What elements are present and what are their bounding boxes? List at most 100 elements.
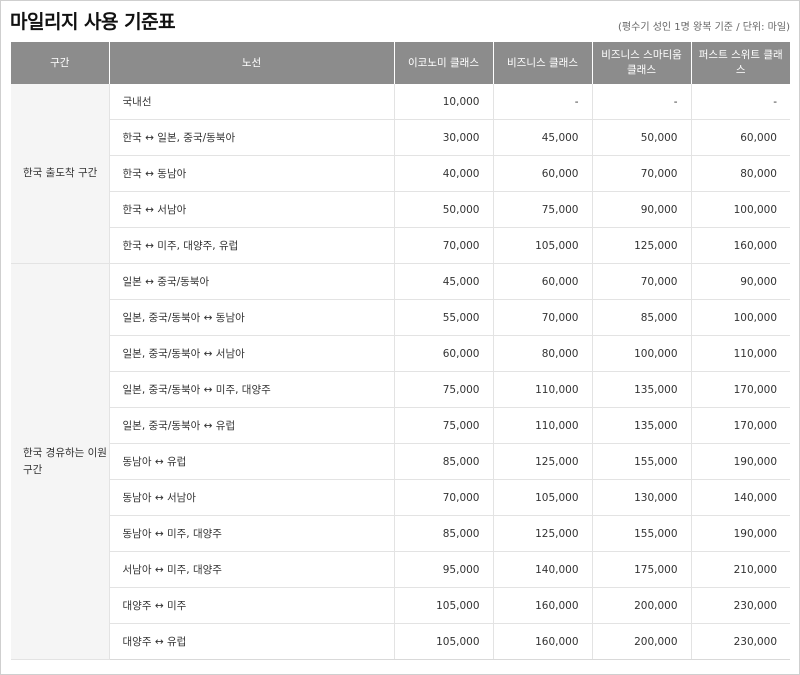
smartium-mileage-cell: 130,000 (592, 479, 692, 516)
smartium-mileage-cell: - (592, 84, 692, 120)
economy-mileage-cell: 75,000 (394, 371, 494, 408)
economy-mileage-cell: 105,000 (394, 623, 494, 660)
first-mileage-cell: 110,000 (691, 335, 790, 372)
economy-mileage-cell: 10,000 (394, 84, 494, 120)
table-row: 서남아 ↔ 미주, 대양주 95,000 140,000 175,000 210,000 (11, 551, 790, 588)
first-mileage-cell: 160,000 (691, 227, 790, 264)
table-row: 일본, 중국/동북아 ↔ 유럽 75,000 110,000 135,000 170,0… (11, 407, 790, 444)
economy-mileage-cell: 55,000 (394, 299, 494, 336)
economy-mileage-cell: 85,000 (394, 443, 494, 480)
smartium-mileage-cell: 70,000 (592, 263, 692, 300)
business-mileage-cell: 160,000 (493, 587, 593, 624)
first-mileage-cell: 100,000 (691, 299, 790, 336)
section-label: 한국 출도착 구간 (11, 84, 110, 264)
business-mileage-cell: - (493, 84, 593, 120)
smartium-mileage-cell: 200,000 (592, 587, 692, 624)
mileage-table: 구간 노선 이코노미 클래스 비즈니스 클래스 비즈니스 스마티움 클래스 퍼스… (11, 42, 790, 660)
route-cell: 일본, 중국/동북아 ↔ 동남아 (109, 299, 395, 336)
table-row: 한국 ↔ 동남아 40,000 60,000 70,000 80,000 (11, 155, 790, 192)
economy-mileage-cell: 70,000 (394, 227, 494, 264)
route-cell: 일본, 중국/동북아 ↔ 유럽 (109, 407, 395, 444)
smartium-mileage-cell: 175,000 (592, 551, 692, 588)
business-mileage-cell: 110,000 (493, 371, 593, 408)
smartium-mileage-cell: 155,000 (592, 443, 692, 480)
first-mileage-cell: 60,000 (691, 119, 790, 156)
unit-note: (평수기 성인 1명 왕복 기준 / 단위: 마일) (618, 22, 790, 33)
business-mileage-cell: 140,000 (493, 551, 593, 588)
first-mileage-cell: 230,000 (691, 587, 790, 624)
smartium-mileage-cell: 50,000 (592, 119, 692, 156)
header-economy: 이코노미 클래스 (393, 42, 493, 84)
economy-mileage-cell: 95,000 (394, 551, 494, 588)
route-cell: 대양주 ↔ 미주 (109, 587, 395, 624)
economy-mileage-cell: 70,000 (394, 479, 494, 516)
mileage-table-panel: 마일리지 사용 기준표 (평수기 성인 1명 왕복 기준 / 단위: 마일) 구… (0, 0, 800, 675)
first-mileage-cell: 190,000 (691, 443, 790, 480)
route-cell: 일본 ↔ 중국/동북아 (109, 263, 395, 300)
economy-mileage-cell: 40,000 (394, 155, 494, 192)
table-row: 동남아 ↔ 서남아 70,000 105,000 130,000 140,000 (11, 479, 790, 516)
table-row: 한국 ↔ 미주, 대양주, 유럽 70,000 105,000 125,000 160,… (11, 227, 790, 264)
economy-mileage-cell: 30,000 (394, 119, 494, 156)
first-mileage-cell: 90,000 (691, 263, 790, 300)
smartium-mileage-cell: 135,000 (592, 371, 692, 408)
business-mileage-cell: 160,000 (493, 623, 593, 660)
header-business: 비즈니스 클래스 (492, 42, 592, 84)
economy-mileage-cell: 85,000 (394, 515, 494, 552)
table-row: 일본, 중국/동북아 ↔ 서남아 60,000 80,000 100,000 110,0… (11, 335, 790, 372)
table-row: 동남아 ↔ 미주, 대양주 85,000 125,000 155,000 190,000 (11, 515, 790, 552)
economy-mileage-cell: 105,000 (394, 587, 494, 624)
header-section: 구간 (11, 42, 109, 84)
business-mileage-cell: 45,000 (493, 119, 593, 156)
smartium-mileage-cell: 200,000 (592, 623, 692, 660)
route-cell: 한국 ↔ 미주, 대양주, 유럽 (109, 227, 395, 264)
smartium-mileage-cell: 85,000 (592, 299, 692, 336)
first-mileage-cell: 190,000 (691, 515, 790, 552)
first-mileage-cell: - (691, 84, 790, 120)
route-cell: 동남아 ↔ 유럽 (109, 443, 395, 480)
business-mileage-cell: 105,000 (493, 479, 593, 516)
route-cell: 일본, 중국/동북아 ↔ 서남아 (109, 335, 395, 372)
business-mileage-cell: 70,000 (493, 299, 593, 336)
smartium-mileage-cell: 100,000 (592, 335, 692, 372)
route-cell: 동남아 ↔ 서남아 (109, 479, 395, 516)
route-cell: 서남아 ↔ 미주, 대양주 (109, 551, 395, 588)
route-cell: 동남아 ↔ 미주, 대양주 (109, 515, 395, 552)
table-body: 한국 출도착 구간 국내선 10,000- - - 한국 ↔ 일본, 중국/동북아 30,0… (11, 84, 790, 660)
business-mileage-cell: 125,000 (493, 515, 593, 552)
table-row: 일본, 중국/동북아 ↔ 동남아 55,000 70,000 85,000 100,00… (11, 299, 790, 336)
table-row: 동남아 ↔ 유럽 85,000 125,000 155,000 190,000 (11, 443, 790, 480)
route-cell: 한국 ↔ 일본, 중국/동북아 (109, 119, 395, 156)
header-row: 구간 노선 이코노미 클래스 비즈니스 클래스 비즈니스 스마티움 클래스 퍼스… (11, 42, 790, 84)
business-mileage-cell: 80,000 (493, 335, 593, 372)
table-row: 한국 ↔ 일본, 중국/동북아 30,000 45,000 50,000 60,000 (11, 119, 790, 156)
economy-mileage-cell: 60,000 (394, 335, 494, 372)
first-mileage-cell: 140,000 (691, 479, 790, 516)
smartium-mileage-cell: 155,000 (592, 515, 692, 552)
first-mileage-cell: 80,000 (691, 155, 790, 192)
table-row: 한국 출도착 구간 국내선 10,000- - - (11, 84, 790, 264)
route-cell: 일본, 중국/동북아 ↔ 미주, 대양주 (109, 371, 395, 408)
table-header: 구간 노선 이코노미 클래스 비즈니스 클래스 비즈니스 스마티움 클래스 퍼스… (11, 42, 790, 84)
first-mileage-cell: 170,000 (691, 407, 790, 444)
business-mileage-cell: 60,000 (493, 155, 593, 192)
smartium-mileage-cell: 125,000 (592, 227, 692, 264)
table-row: 대양주 ↔ 미주 105,000 160,000 200,000 230,000 (11, 587, 790, 624)
table-row: 한국 ↔ 서남아 50,000 75,000 90,000 100,000 (11, 191, 790, 228)
table-row: 대양주 ↔ 유럽 105,000 160,000 200,000 230,000 (11, 623, 790, 660)
header-route: 노선 (108, 42, 394, 84)
business-mileage-cell: 105,000 (493, 227, 593, 264)
economy-mileage-cell: 75,000 (394, 407, 494, 444)
route-cell: 국내선 (109, 84, 395, 120)
smartium-mileage-cell: 90,000 (592, 191, 692, 228)
first-mileage-cell: 210,000 (691, 551, 790, 588)
business-mileage-cell: 125,000 (493, 443, 593, 480)
header-first: 퍼스트 스위트 클래스 (690, 42, 790, 84)
table-row: 일본, 중국/동북아 ↔ 미주, 대양주 75,000 110,000 135,000… (11, 371, 790, 408)
section-label: 한국 경유하는 이원구간 (11, 263, 110, 660)
first-mileage-cell: 100,000 (691, 191, 790, 228)
route-cell: 대양주 ↔ 유럽 (109, 623, 395, 660)
smartium-mileage-cell: 135,000 (592, 407, 692, 444)
page-title: 마일리지 사용 기준표 (10, 11, 176, 33)
smartium-mileage-cell: 70,000 (592, 155, 692, 192)
